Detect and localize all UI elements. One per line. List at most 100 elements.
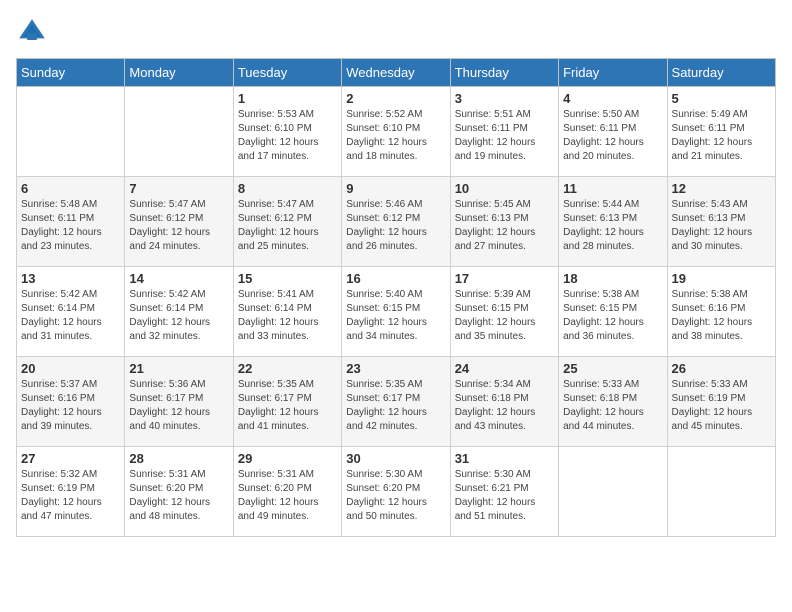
day-info: Sunrise: 5:31 AM Sunset: 6:20 PM Dayligh… — [238, 468, 337, 524]
day-info: Sunrise: 5:39 AM Sunset: 6:15 PM Dayligh… — [455, 288, 554, 344]
calendar-cell — [17, 87, 125, 177]
day-info: Sunrise: 5:43 AM Sunset: 6:13 PM Dayligh… — [672, 198, 771, 254]
calendar-cell: 17 Sunrise: 5:39 AM Sunset: 6:15 PM Dayli… — [450, 267, 558, 357]
calendar-cell: 30 Sunrise: 5:30 AM Sunset: 6:20 PM Dayli… — [342, 447, 450, 537]
calendar-cell: 24 Sunrise: 5:34 AM Sunset: 6:18 PM Dayli… — [450, 357, 558, 447]
day-info: Sunrise: 5:47 AM Sunset: 6:12 PM Dayligh… — [238, 198, 337, 254]
day-number: 17 — [455, 271, 554, 286]
day-number: 15 — [238, 271, 337, 286]
day-info: Sunrise: 5:33 AM Sunset: 6:18 PM Dayligh… — [563, 378, 662, 434]
day-number: 25 — [563, 361, 662, 376]
calendar-cell: 29 Sunrise: 5:31 AM Sunset: 6:20 PM Dayli… — [233, 447, 341, 537]
day-info: Sunrise: 5:44 AM Sunset: 6:13 PM Dayligh… — [563, 198, 662, 254]
day-info: Sunrise: 5:41 AM Sunset: 6:14 PM Dayligh… — [238, 288, 337, 344]
day-number: 2 — [346, 91, 445, 106]
calendar-cell: 7Sunrise: 5:47 AM Sunset: 6:12 PM Daylig… — [125, 177, 233, 267]
day-number: 14 — [129, 271, 228, 286]
calendar-week-row: 6 Sunrise: 5:48 AM Sunset: 6:11 PM Daylig… — [17, 177, 776, 267]
calendar-cell: 25 Sunrise: 5:33 AM Sunset: 6:18 PM Dayli… — [559, 357, 667, 447]
calendar-week-row: 20 Sunrise: 5:37 AM Sunset: 6:16 PM Dayli… — [17, 357, 776, 447]
day-info: Sunrise: 5:37 AM Sunset: 6:16 PM Dayligh… — [21, 378, 120, 434]
calendar-week-row: 1Sunrise: 5:53 AM Sunset: 6:10 PM Daylig… — [17, 87, 776, 177]
calendar-cell — [667, 447, 775, 537]
calendar-cell: 23 Sunrise: 5:35 AM Sunset: 6:17 PM Dayli… — [342, 357, 450, 447]
page-header — [16, 16, 776, 48]
calendar-cell: 31 Sunrise: 5:30 AM Sunset: 6:21 PM Dayli… — [450, 447, 558, 537]
day-number: 24 — [455, 361, 554, 376]
day-number: 20 — [21, 361, 120, 376]
day-info: Sunrise: 5:30 AM Sunset: 6:21 PM Dayligh… — [455, 468, 554, 524]
day-info: Sunrise: 5:45 AM Sunset: 6:13 PM Dayligh… — [455, 198, 554, 254]
day-number: 6 — [21, 181, 120, 196]
calendar-cell: 5 Sunrise: 5:49 AM Sunset: 6:11 PM Daylig… — [667, 87, 775, 177]
day-number: 1 — [238, 91, 337, 106]
calendar-cell: 9Sunrise: 5:46 AM Sunset: 6:12 PM Daylig… — [342, 177, 450, 267]
day-info: Sunrise: 5:32 AM Sunset: 6:19 PM Dayligh… — [21, 468, 120, 524]
day-number: 23 — [346, 361, 445, 376]
day-info: Sunrise: 5:34 AM Sunset: 6:18 PM Dayligh… — [455, 378, 554, 434]
day-number: 26 — [672, 361, 771, 376]
weekday-header: Thursday — [450, 59, 558, 87]
day-info: Sunrise: 5:46 AM Sunset: 6:12 PM Dayligh… — [346, 198, 445, 254]
day-number: 11 — [563, 181, 662, 196]
day-number: 31 — [455, 451, 554, 466]
weekday-header: Sunday — [17, 59, 125, 87]
day-number: 8 — [238, 181, 337, 196]
calendar-cell: 6 Sunrise: 5:48 AM Sunset: 6:11 PM Daylig… — [17, 177, 125, 267]
day-info: Sunrise: 5:42 AM Sunset: 6:14 PM Dayligh… — [21, 288, 120, 344]
day-info: Sunrise: 5:47 AM Sunset: 6:12 PM Dayligh… — [129, 198, 228, 254]
day-info: Sunrise: 5:51 AM Sunset: 6:11 PM Dayligh… — [455, 108, 554, 164]
calendar-cell: 2Sunrise: 5:52 AM Sunset: 6:10 PM Daylig… — [342, 87, 450, 177]
day-info: Sunrise: 5:40 AM Sunset: 6:15 PM Dayligh… — [346, 288, 445, 344]
calendar-cell: 20 Sunrise: 5:37 AM Sunset: 6:16 PM Dayli… — [17, 357, 125, 447]
calendar-week-row: 27 Sunrise: 5:32 AM Sunset: 6:19 PM Dayli… — [17, 447, 776, 537]
day-number: 4 — [563, 91, 662, 106]
day-info: Sunrise: 5:49 AM Sunset: 6:11 PM Dayligh… — [672, 108, 771, 164]
day-number: 19 — [672, 271, 771, 286]
day-info: Sunrise: 5:38 AM Sunset: 6:16 PM Dayligh… — [672, 288, 771, 344]
day-number: 27 — [21, 451, 120, 466]
calendar-table: SundayMondayTuesdayWednesdayThursdayFrid… — [16, 58, 776, 537]
day-number: 30 — [346, 451, 445, 466]
calendar-cell: 11 Sunrise: 5:44 AM Sunset: 6:13 PM Dayli… — [559, 177, 667, 267]
day-number: 22 — [238, 361, 337, 376]
weekday-header: Tuesday — [233, 59, 341, 87]
calendar-cell: 19 Sunrise: 5:38 AM Sunset: 6:16 PM Dayli… — [667, 267, 775, 357]
day-number: 21 — [129, 361, 228, 376]
calendar-cell: 16 Sunrise: 5:40 AM Sunset: 6:15 PM Dayli… — [342, 267, 450, 357]
weekday-header: Saturday — [667, 59, 775, 87]
calendar-week-row: 13 Sunrise: 5:42 AM Sunset: 6:14 PM Dayli… — [17, 267, 776, 357]
day-info: Sunrise: 5:30 AM Sunset: 6:20 PM Dayligh… — [346, 468, 445, 524]
logo-icon — [16, 16, 48, 48]
day-info: Sunrise: 5:31 AM Sunset: 6:20 PM Dayligh… — [129, 468, 228, 524]
calendar-cell: 12 Sunrise: 5:43 AM Sunset: 6:13 PM Dayli… — [667, 177, 775, 267]
day-info: Sunrise: 5:42 AM Sunset: 6:14 PM Dayligh… — [129, 288, 228, 344]
calendar-cell: 15 Sunrise: 5:41 AM Sunset: 6:14 PM Dayli… — [233, 267, 341, 357]
calendar-cell: 13 Sunrise: 5:42 AM Sunset: 6:14 PM Dayli… — [17, 267, 125, 357]
day-info: Sunrise: 5:50 AM Sunset: 6:11 PM Dayligh… — [563, 108, 662, 164]
day-info: Sunrise: 5:35 AM Sunset: 6:17 PM Dayligh… — [238, 378, 337, 434]
day-number: 13 — [21, 271, 120, 286]
day-number: 10 — [455, 181, 554, 196]
calendar-cell: 28Sunrise: 5:31 AM Sunset: 6:20 PM Dayli… — [125, 447, 233, 537]
day-number: 16 — [346, 271, 445, 286]
day-info: Sunrise: 5:38 AM Sunset: 6:15 PM Dayligh… — [563, 288, 662, 344]
day-number: 12 — [672, 181, 771, 196]
day-info: Sunrise: 5:35 AM Sunset: 6:17 PM Dayligh… — [346, 378, 445, 434]
day-number: 29 — [238, 451, 337, 466]
calendar-cell: 21 Sunrise: 5:36 AM Sunset: 6:17 PM Dayli… — [125, 357, 233, 447]
calendar-header: SundayMondayTuesdayWednesdayThursdayFrid… — [17, 59, 776, 87]
calendar-cell: 8 Sunrise: 5:47 AM Sunset: 6:12 PM Daylig… — [233, 177, 341, 267]
day-number: 5 — [672, 91, 771, 106]
day-info: Sunrise: 5:48 AM Sunset: 6:11 PM Dayligh… — [21, 198, 120, 254]
logo — [16, 16, 52, 48]
calendar-cell: 14 Sunrise: 5:42 AM Sunset: 6:14 PM Dayli… — [125, 267, 233, 357]
calendar-cell — [559, 447, 667, 537]
day-info: Sunrise: 5:36 AM Sunset: 6:17 PM Dayligh… — [129, 378, 228, 434]
calendar-cell: 3 Sunrise: 5:51 AM Sunset: 6:11 PM Daylig… — [450, 87, 558, 177]
calendar-cell: 18 Sunrise: 5:38 AM Sunset: 6:15 PM Dayli… — [559, 267, 667, 357]
calendar-cell — [125, 87, 233, 177]
day-number: 3 — [455, 91, 554, 106]
day-number: 18 — [563, 271, 662, 286]
weekday-header: Friday — [559, 59, 667, 87]
